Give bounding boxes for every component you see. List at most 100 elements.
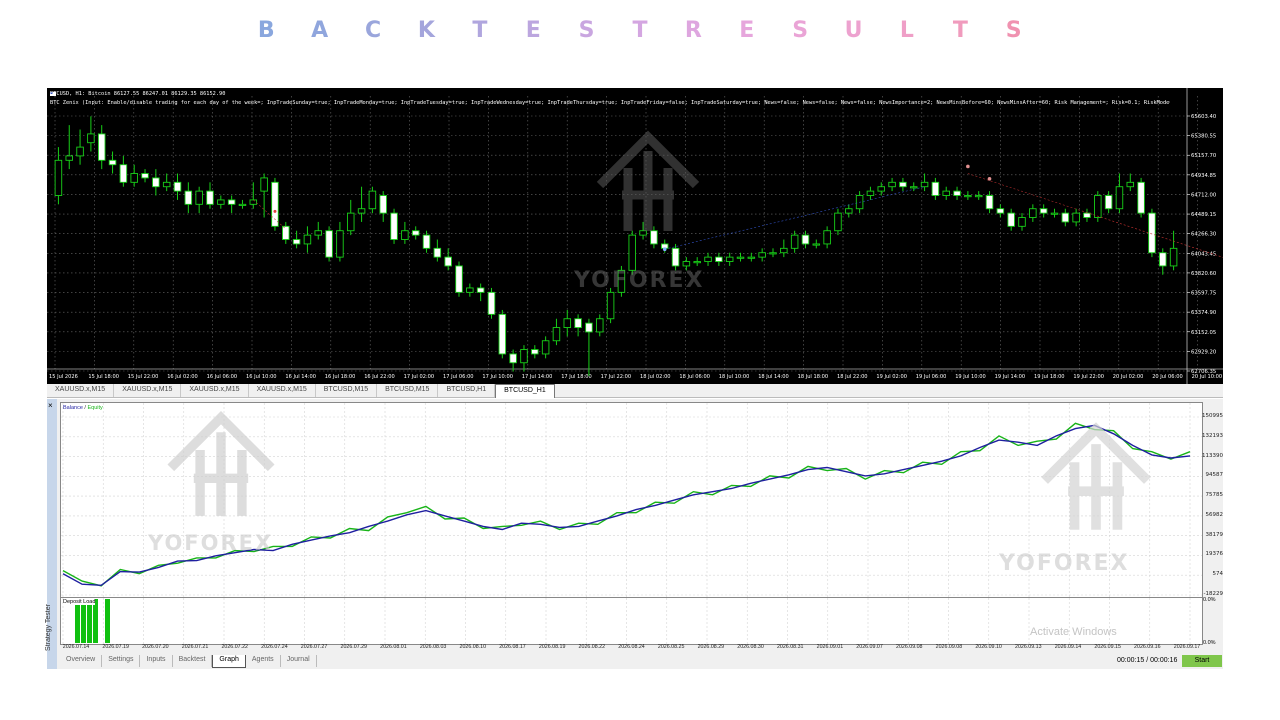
date-label: 2026.08.29 xyxy=(697,644,725,650)
candle xyxy=(249,182,258,209)
candle xyxy=(184,182,193,214)
time-label: 18 Jul 14:00 xyxy=(758,374,789,380)
time-label: 15 Jul 18:00 xyxy=(88,374,119,380)
candle xyxy=(520,345,528,372)
close-icon[interactable]: × xyxy=(48,401,53,410)
candle xyxy=(715,252,723,266)
symbol-tab[interactable]: BTCUSD_H1 xyxy=(495,384,555,398)
price-label: 64266.30 xyxy=(1191,232,1217,238)
trade-line xyxy=(253,199,286,230)
symbol-tab[interactable]: XAUUSD.x,M15 xyxy=(181,384,249,397)
title-letter: U xyxy=(844,18,863,43)
candle xyxy=(899,177,907,192)
price-label: 64712.00 xyxy=(1191,192,1217,198)
candle xyxy=(206,182,214,209)
time-label: 19 Jul 14:00 xyxy=(995,374,1026,380)
tab-journal[interactable]: Journal xyxy=(281,655,317,667)
trade-marker xyxy=(662,247,667,252)
candle xyxy=(736,252,745,262)
date-label: 2026.07.14 xyxy=(62,644,90,650)
date-label: 2026.08.03 xyxy=(419,644,447,650)
candle xyxy=(1061,208,1070,227)
candle xyxy=(65,125,73,170)
candle xyxy=(346,199,355,236)
symbol-tab[interactable]: BTCUSD,H1 xyxy=(438,384,496,397)
candle xyxy=(152,169,160,196)
candle xyxy=(357,186,366,222)
date-label: 2026.09.01 xyxy=(816,644,844,650)
title-letter: L xyxy=(899,18,914,43)
date-label: 2026.08.22 xyxy=(578,644,606,650)
candle xyxy=(1018,213,1026,231)
date-label: 2026.09.16 xyxy=(1134,644,1161,650)
candle xyxy=(433,239,442,262)
tab-settings[interactable]: Settings xyxy=(102,655,141,667)
deposit-load-bar xyxy=(75,599,80,643)
candle xyxy=(1159,248,1167,275)
candle xyxy=(1148,208,1156,258)
candle xyxy=(953,186,961,200)
candle xyxy=(931,177,940,200)
candle xyxy=(942,186,950,200)
activate-windows-notice: Activate Windows xyxy=(1030,626,1117,638)
deposit-load-bar xyxy=(81,599,86,643)
date-label: 2026.09.15 xyxy=(1094,644,1121,650)
candle xyxy=(790,230,799,253)
watermark-brand: YOFOREX xyxy=(574,268,705,293)
time-label: 15 Jul 2026 xyxy=(49,374,78,380)
title-letter: R xyxy=(684,18,702,43)
candle xyxy=(76,129,84,165)
candle xyxy=(314,221,323,240)
y-axis-label: 19376 xyxy=(1205,551,1224,558)
price-label: 63374.90 xyxy=(1191,310,1217,316)
title-letter: T xyxy=(472,18,488,43)
title-letter: A xyxy=(311,18,329,43)
y-axis-label: 38179 xyxy=(1205,531,1224,538)
date-label: 2026.09.10 xyxy=(975,644,1002,650)
deposit-load-bar xyxy=(87,599,92,643)
time-label: 16 Jul 18:00 xyxy=(325,374,356,380)
time-label: 18 Jul 02:00 xyxy=(640,374,671,380)
deposit-load-label: Deposit Load xyxy=(63,599,96,605)
tab-backtest[interactable]: Backtest xyxy=(173,655,213,667)
yoforex-logo-icon xyxy=(161,403,281,523)
price-label: 65603.40 xyxy=(1191,114,1217,120)
tab-graph[interactable]: Graph xyxy=(212,655,246,668)
candle xyxy=(769,248,777,258)
symbol-tab[interactable]: BTCUSD,M15 xyxy=(316,384,378,397)
chart-symbol-tabs: XAUUSD.x,M15 XAUUSD.x,M15 XAUUSD.x,M15 XAUU… xyxy=(47,384,1223,398)
symbol-tab[interactable]: XAUUSD.x,M15 xyxy=(114,384,182,397)
deposit-load-bar xyxy=(93,599,98,643)
candle xyxy=(1094,191,1102,222)
tab-overview[interactable]: Overview xyxy=(60,655,103,667)
candle xyxy=(574,314,582,337)
start-button[interactable]: Start xyxy=(1182,655,1222,667)
title-letter: T xyxy=(632,18,648,43)
deposit-load-bar xyxy=(105,599,110,643)
candle xyxy=(195,186,203,214)
candle xyxy=(552,318,561,346)
date-label: 2026.08.19 xyxy=(538,644,566,650)
date-label: 2026.09.13 xyxy=(1015,644,1042,650)
date-label: 2026.08.25 xyxy=(657,644,685,650)
y-axis-label: 150995 xyxy=(1202,413,1223,419)
y-axis-label: 113390 xyxy=(1202,452,1223,459)
date-label: 2026.09.07 xyxy=(856,644,883,650)
candle xyxy=(801,230,810,249)
candle xyxy=(411,226,420,240)
candle xyxy=(671,243,680,271)
chart-expert-inputs: BTC Zenix (Input: Enable/disable trading… xyxy=(50,100,1170,106)
tab-agents[interactable]: Agents xyxy=(246,655,281,667)
symbol-tab[interactable]: XAUUSD.x,M15 xyxy=(47,384,115,397)
symbol-tab[interactable]: XAUUSD.x,M15 xyxy=(249,384,316,397)
symbol-tab[interactable]: BTCUSD,M15 xyxy=(377,384,439,397)
candle xyxy=(238,199,247,209)
candle xyxy=(531,345,539,359)
price-chart-window[interactable]: 65603.40 65380.55 65157.70 64934.85 64712.00… xyxy=(47,88,1223,384)
tester-tabs: Overview Settings Inputs Backtest Graph Agent… xyxy=(60,655,317,668)
title-letter: E xyxy=(739,18,755,43)
balance-equity-graph[interactable]: Balance / Equity YOFOREX YOFOREX xyxy=(60,402,1203,598)
date-label: 2026.09.17 xyxy=(1173,644,1201,650)
tab-inputs[interactable]: Inputs xyxy=(140,655,173,667)
date-label: 2026.07.24 xyxy=(261,644,288,650)
